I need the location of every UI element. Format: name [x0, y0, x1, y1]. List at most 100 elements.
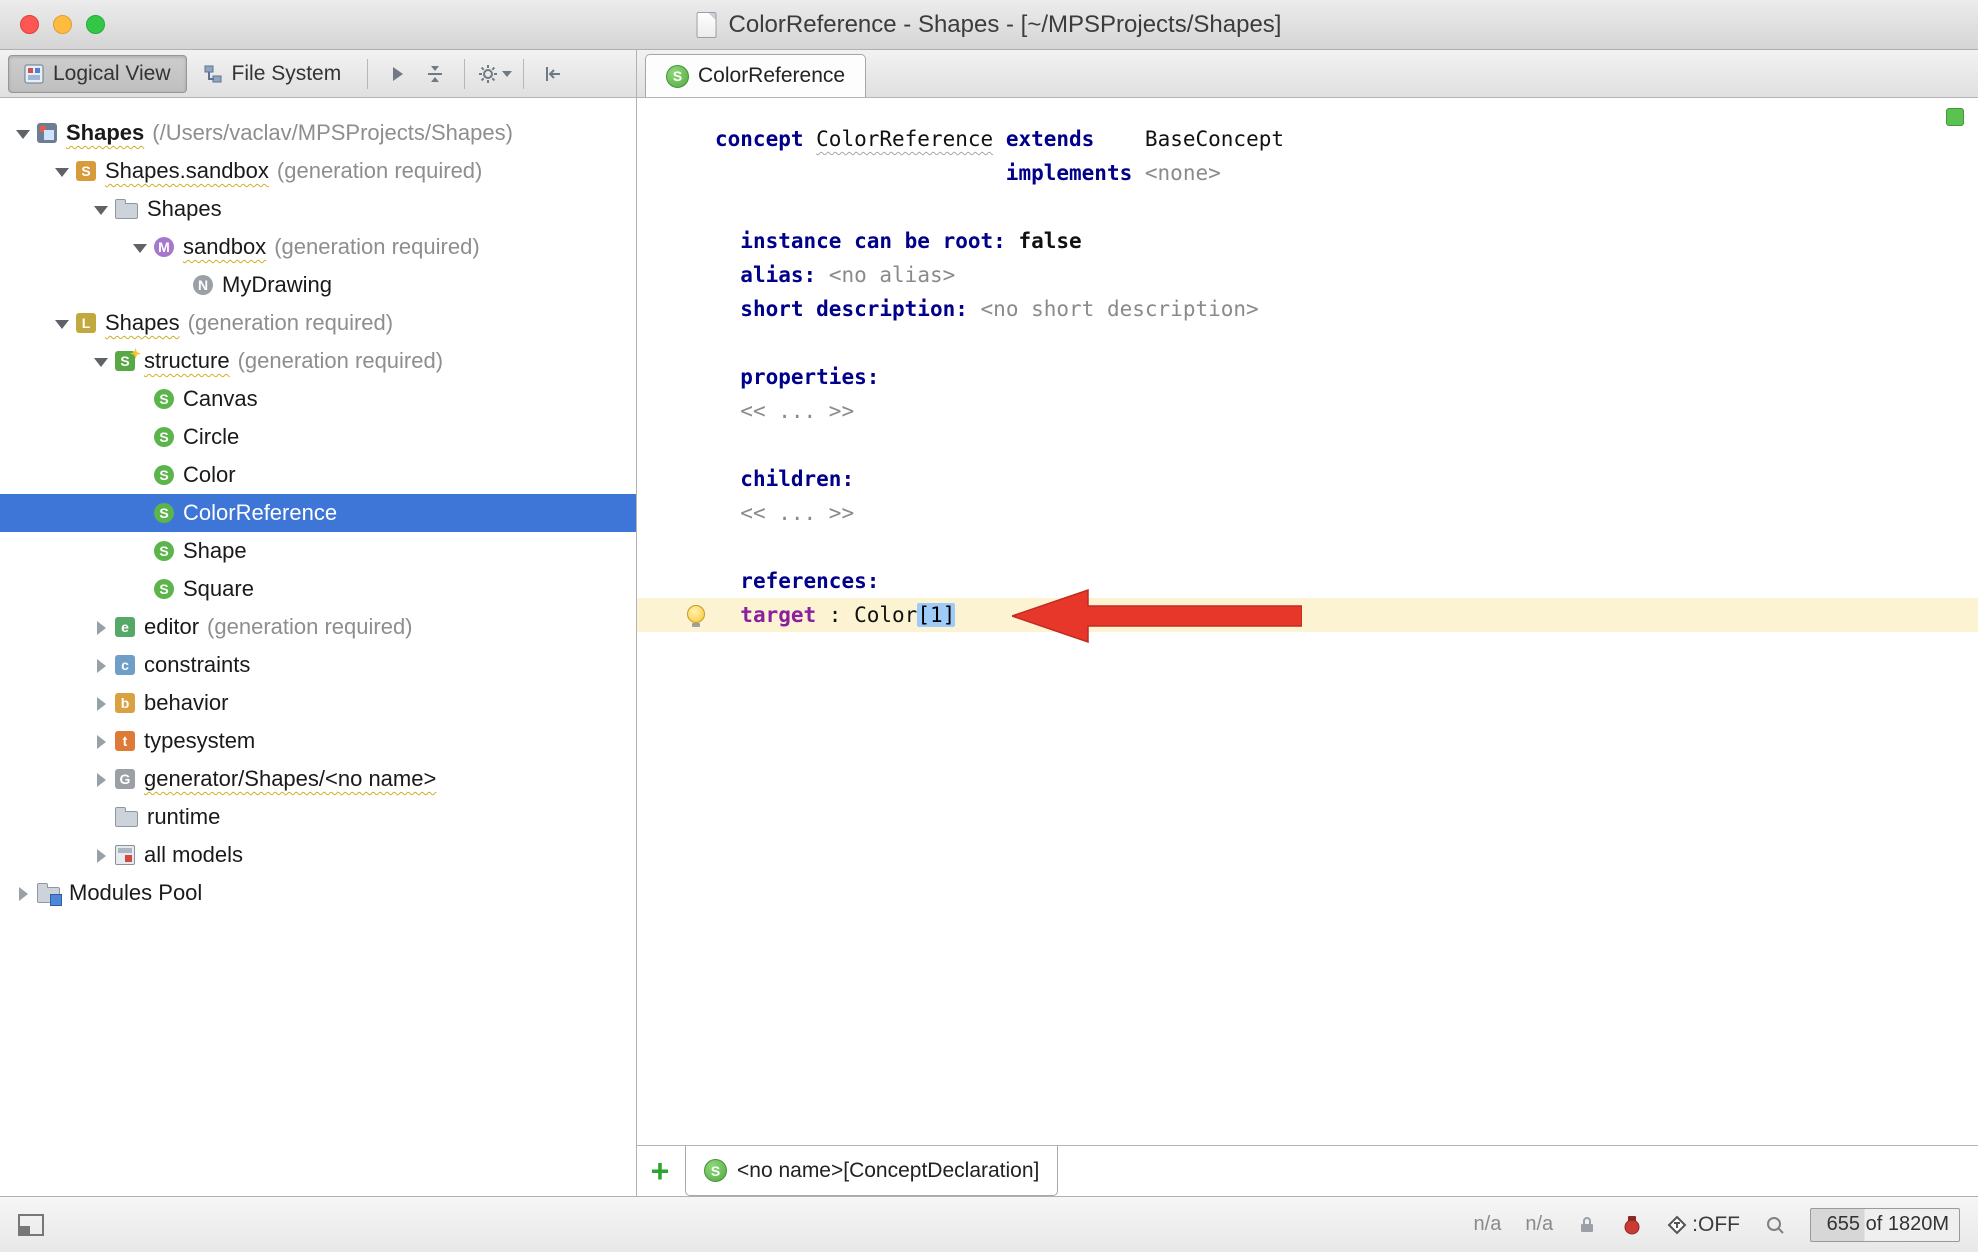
tree-item-constraints[interactable]: cconstraints: [0, 646, 636, 684]
zoom-button[interactable]: [86, 15, 105, 34]
expand-arrow-open[interactable]: [130, 237, 150, 257]
typesystem-aspect-icon: t: [115, 731, 135, 751]
code-line[interactable]: short description: <no short description…: [637, 292, 1978, 326]
tree-item-structure[interactable]: Sstructure(generation required): [0, 342, 636, 380]
tree-item-typesystem[interactable]: t typesystem: [0, 722, 636, 760]
lock-icon[interactable]: [1577, 1215, 1597, 1235]
editor-aspect-icon: e: [115, 617, 135, 637]
tree-item-all-models[interactable]: all models: [0, 836, 636, 874]
tree-item-label: structure: [144, 348, 230, 374]
editor-tab-colorreference[interactable]: S ColorReference: [645, 54, 866, 97]
concept-icon: S: [666, 65, 689, 88]
code-line-highlighted[interactable]: target : Color[1]: [637, 598, 1978, 632]
tree-item-shapes[interactable]: LShapes(generation required): [0, 304, 636, 342]
tree-item-behavior[interactable]: bbehavior: [0, 684, 636, 722]
expand-arrow-open[interactable]: [13, 123, 33, 143]
editor-column: concept ColorReference extends BaseConce…: [637, 98, 1978, 1196]
editor-panel[interactable]: concept ColorReference extends BaseConce…: [637, 98, 1978, 1145]
expand-arrow-closed[interactable]: [91, 655, 111, 675]
language-icon: L: [76, 313, 96, 333]
expand-arrow-closed[interactable]: [91, 769, 111, 789]
magnifier-icon[interactable]: [1764, 1214, 1786, 1236]
tree-item-runtime[interactable]: runtime: [0, 798, 636, 836]
editor-tab-label: ColorReference: [698, 64, 845, 88]
add-root-node-button[interactable]: +: [637, 1146, 683, 1196]
code-line[interactable]: children:: [637, 462, 1978, 496]
hector-highlighting-icon[interactable]: [1621, 1214, 1643, 1236]
code-line[interactable]: << ... >>: [637, 394, 1978, 428]
expand-arrow-open[interactable]: [91, 351, 111, 371]
code-line[interactable]: instance can be root: false: [637, 224, 1978, 258]
expand-arrow-open[interactable]: [52, 313, 72, 333]
tree-item-generator-shapes-no-name[interactable]: Ggenerator/Shapes/<no name>: [0, 760, 636, 798]
model-icon: M: [154, 237, 174, 257]
expand-arrow-spacer: [130, 579, 150, 599]
code-line[interactable]: [637, 326, 1978, 360]
code-token: [715, 263, 740, 287]
tree-item-square[interactable]: SSquare: [0, 570, 636, 608]
code-token: [1132, 161, 1145, 185]
code-line[interactable]: references:: [637, 564, 1978, 598]
code-token: properties:: [740, 365, 879, 389]
code-token: instance can be root:: [740, 229, 1006, 253]
expand-arrow-closed[interactable]: [91, 693, 111, 713]
tree-item-mydrawing[interactable]: NMyDrawing: [0, 266, 636, 304]
expand-arrow-spacer: [130, 503, 150, 523]
logical-view-icon: [24, 64, 44, 84]
expand-arrow-closed[interactable]: [91, 617, 111, 637]
tree-item-colorreference[interactable]: SColorReference: [0, 494, 636, 532]
code-line[interactable]: [637, 530, 1978, 564]
collapse-all-button[interactable]: [416, 55, 454, 93]
expand-arrow-closed[interactable]: [13, 883, 33, 903]
code-token: target: [740, 603, 816, 627]
tree-item-shapes-sandbox[interactable]: SShapes.sandbox(generation required): [0, 152, 636, 190]
tree-item-color[interactable]: SColor: [0, 456, 636, 494]
tree-item-editor[interactable]: eeditor(generation required): [0, 608, 636, 646]
intention-bulb-icon[interactable]: [687, 605, 705, 623]
code-token: [715, 501, 740, 525]
tab-file-system-label: File System: [232, 62, 342, 86]
code-token: << ... >>: [740, 501, 854, 525]
concept-icon: S: [154, 427, 174, 447]
hide-panel-button[interactable]: [534, 55, 572, 93]
tree-item-shape[interactable]: SShape: [0, 532, 636, 570]
toolbar-separator: [464, 59, 465, 89]
expand-arrow-closed[interactable]: [91, 845, 111, 865]
tree-item-shapes[interactable]: Shapes(/Users/vaclav/MPSProjects/Shapes): [0, 114, 636, 152]
expand-arrow-open[interactable]: [52, 161, 72, 181]
tree-item-shapes[interactable]: Shapes: [0, 190, 636, 228]
tree-item-label: Shapes: [105, 310, 180, 336]
code-line[interactable]: implements <none>: [637, 156, 1978, 190]
code-token: [1]: [917, 603, 955, 627]
code-line[interactable]: properties:: [637, 360, 1978, 394]
tree-item-sandbox[interactable]: Msandbox(generation required): [0, 228, 636, 266]
code-token: short description:: [740, 297, 968, 321]
tree-item-annotation: (/Users/vaclav/MPSProjects/Shapes): [152, 120, 513, 146]
tree-item-label: typesystem: [144, 728, 255, 754]
close-button[interactable]: [20, 15, 39, 34]
tree-item-label: Shape: [183, 538, 247, 564]
minimize-button[interactable]: [53, 15, 72, 34]
tree-item-label: MyDrawing: [222, 272, 332, 298]
code-line[interactable]: [637, 428, 1978, 462]
code-token: ColorReference: [816, 127, 993, 151]
code-line[interactable]: << ... >>: [637, 496, 1978, 530]
code-token: <no short description>: [981, 297, 1259, 321]
toggle-panels-icon[interactable]: [18, 1214, 44, 1236]
expand-arrow-closed[interactable]: [91, 731, 111, 751]
code-line[interactable]: alias: <no alias>: [637, 258, 1978, 292]
tree-item-circle[interactable]: SCircle: [0, 418, 636, 456]
tab-file-system[interactable]: File System: [187, 55, 358, 93]
code-line[interactable]: [637, 190, 1978, 224]
memory-indicator[interactable]: 655 of 1820M: [1810, 1208, 1960, 1242]
tree-item-modules-pool[interactable]: Modules Pool: [0, 874, 636, 912]
tab-logical-view[interactable]: Logical View: [8, 55, 187, 93]
expand-arrow-open[interactable]: [91, 199, 111, 219]
expand-node-button[interactable]: [378, 55, 416, 93]
settings-button[interactable]: [475, 55, 513, 93]
root-node-tab[interactable]: S <no name>[ConceptDeclaration]: [685, 1146, 1058, 1196]
code-line[interactable]: concept ColorReference extends BaseConce…: [637, 122, 1978, 156]
document-icon: [697, 12, 717, 38]
typesystem-indicator[interactable]: :OFF: [1667, 1213, 1740, 1237]
tree-item-canvas[interactable]: SCanvas: [0, 380, 636, 418]
